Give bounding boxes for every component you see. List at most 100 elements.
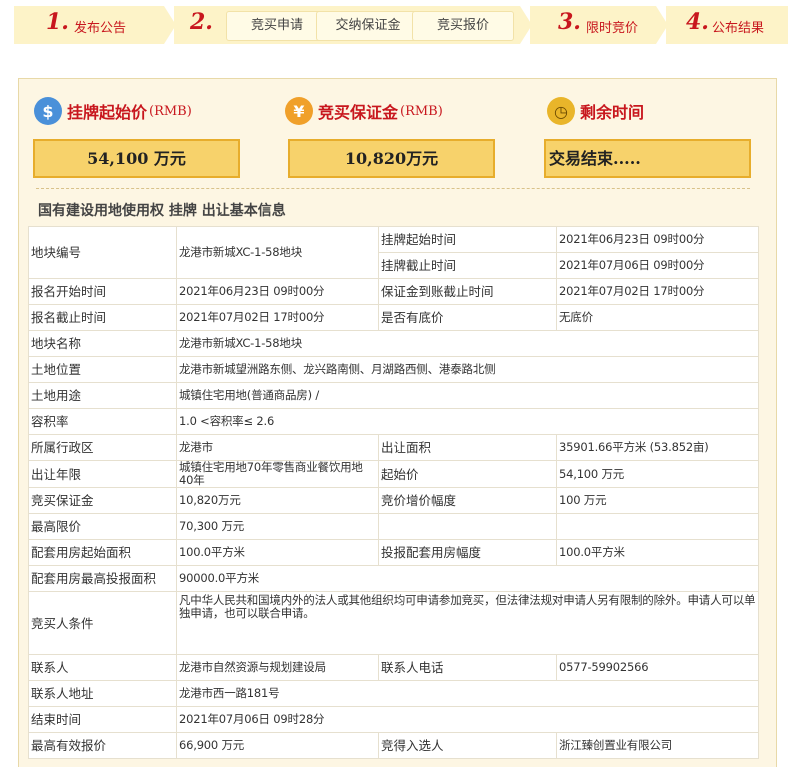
step-4[interactable]: 4. 公布结果 <box>666 6 788 44</box>
table-row: 容积率 1.0 <容积率≤ 2.6 <box>28 408 759 435</box>
start-price-title: 挂牌起始价 <box>67 103 148 122</box>
table-row: 竞买人条件 凡中华人民共和国境内外的法人或其他组织均可申请参加竞买，但法律法规对… <box>28 591 759 655</box>
table-value: 龙港市自然资源与规划建设局 <box>176 654 379 681</box>
table-key: 配套用房起始面积 <box>28 539 177 566</box>
table-key: 报名开始时间 <box>28 278 177 305</box>
table-row: 土地位置 龙港市新城望洲路东侧、龙兴路南侧、月湖路西侧、港泰路北侧 <box>28 356 759 383</box>
step-3-label: 限时竞价 <box>586 21 639 36</box>
table-row: 报名截止时间 2021年07月02日 17时00分 是否有底价 无底价 <box>28 304 759 331</box>
step-2: 2. 竞买申请 交纳保证金 竞买报价 <box>174 6 529 44</box>
table-value: 35901.66平方米 (53.852亩) <box>556 434 759 461</box>
sub-step-bid[interactable]: 竞买报价 <box>412 11 514 41</box>
table-key: 报名截止时间 <box>28 304 177 331</box>
table-value: 凡中华人民共和国境内外的法人或其他组织均可申请参加竞买，但法律法规对申请人另有限… <box>176 591 759 655</box>
table-key <box>378 513 557 540</box>
deposit-title: 竞买保证金 <box>318 103 399 122</box>
divider <box>36 188 750 189</box>
step-1-label: 发布公告 <box>74 21 127 36</box>
table-key: 竞买保证金 <box>28 487 177 514</box>
table-value: 龙港市西一路181号 <box>176 680 759 707</box>
start-price-box: 54,100 万元 <box>33 139 240 178</box>
table-row: 地块名称 龙港市新城XC-1-58地块 <box>28 330 759 357</box>
table-row: 竞买保证金 10,820万元 竞价增价幅度 100 万元 <box>28 487 759 514</box>
table-value: 1.0 <容积率≤ 2.6 <box>176 408 759 435</box>
table-value: 100 万元 <box>556 487 759 514</box>
sub-step-deposit[interactable]: 交纳保证金 <box>316 11 420 41</box>
table-key: 竞价增价幅度 <box>378 487 557 514</box>
table-key: 挂牌起始时间 <box>378 226 557 253</box>
table-key: 联系人 <box>28 654 177 681</box>
step-3[interactable]: 3. 限时竞价 <box>530 6 660 44</box>
table-value: 2021年06月23日 09时00分 <box>556 226 759 253</box>
process-steps: 1. 发布公告 2. 竞买申请 交纳保证金 竞买报价 3. 限时竞价 4. 公布… <box>14 6 788 44</box>
table-value: 70,300 万元 <box>176 513 379 540</box>
table-value: 2021年07月02日 17时00分 <box>176 304 379 331</box>
table-value: 100.0平方米 <box>556 539 759 566</box>
coins-bag-icon: ¥ <box>285 97 313 125</box>
table-key: 保证金到账截止时间 <box>378 278 557 305</box>
deposit-unit: (RMB) <box>400 103 443 119</box>
table-row: 报名开始时间 2021年06月23日 09时00分 保证金到账截止时间 2021… <box>28 278 759 305</box>
table-row: 联系人 龙港市自然资源与规划建设局 联系人电话 0577-59902566 <box>28 654 759 681</box>
table-key: 竞买人条件 <box>28 591 177 655</box>
step-2-number: 2. <box>190 9 213 35</box>
table-row: 配套用房起始面积 100.0平方米 投报配套用房幅度 100.0平方米 <box>28 539 759 566</box>
table-value: 城镇住宅用地70年零售商业餐饮用地40年 <box>176 460 379 488</box>
table-key: 土地位置 <box>28 356 177 383</box>
step-1[interactable]: 1. 发布公告 <box>14 6 164 44</box>
table-key: 最高限价 <box>28 513 177 540</box>
table-row: 最高有效报价 66,900 万元 竞得入选人 浙江臻创置业有限公司 <box>28 732 759 759</box>
table-key: 地块名称 <box>28 330 177 357</box>
step-4-number: 4. <box>686 9 709 35</box>
table-key: 出让面积 <box>378 434 557 461</box>
table-row: 土地用途 城镇住宅用地(普通商品房) / <box>28 382 759 409</box>
table-value: 无底价 <box>556 304 759 331</box>
table-key: 起始价 <box>378 460 557 488</box>
step-3-number: 3. <box>558 9 581 35</box>
sub-step-apply[interactable]: 竞买申请 <box>226 11 328 41</box>
table-key: 所属行政区 <box>28 434 177 461</box>
start-price-header: $ 挂牌起始价 (RMB) <box>34 96 192 126</box>
deposit-header: ¥ 竞买保证金 (RMB) <box>285 96 443 126</box>
table-key: 最高有效报价 <box>28 732 177 759</box>
table-value: 龙港市新城望洲路东侧、龙兴路南侧、月湖路西侧、港泰路北侧 <box>176 356 759 383</box>
table-key: 地块编号 <box>28 226 177 279</box>
step-4-label: 公布结果 <box>712 21 765 36</box>
table-key: 投报配套用房幅度 <box>378 539 557 566</box>
table-key: 是否有底价 <box>378 304 557 331</box>
table-key: 联系人地址 <box>28 680 177 707</box>
table-value: 90000.0平方米 <box>176 565 759 592</box>
remaining-box: 交易结束..... <box>544 139 751 178</box>
table-value: 0577-59902566 <box>556 654 759 681</box>
coin-clock-icon: $ <box>34 97 62 125</box>
table-value: 100.0平方米 <box>176 539 379 566</box>
table-row: 地块编号 龙港市新城XC-1-58地块 挂牌起始时间 2021年06月23日 0… <box>28 226 759 279</box>
remaining-header: ◷ 剩余时间 <box>547 96 644 126</box>
table-row: 所属行政区 龙港市 出让面积 35901.66平方米 (53.852亩) <box>28 434 759 461</box>
table-value <box>556 513 759 540</box>
table-value: 龙港市 <box>176 434 379 461</box>
table-value: 2021年06月23日 09时00分 <box>176 278 379 305</box>
section-title: 国有建设用地使用权 挂牌 出让基本信息 <box>38 203 286 219</box>
land-info-table: 地块编号 龙港市新城XC-1-58地块 挂牌起始时间 2021年06月23日 0… <box>28 226 759 759</box>
start-price-unit: (RMB) <box>149 103 192 119</box>
remaining-title: 剩余时间 <box>580 103 645 122</box>
table-key: 容积率 <box>28 408 177 435</box>
table-value: 10,820万元 <box>176 487 379 514</box>
table-value: 龙港市新城XC-1-58地块 <box>176 226 379 279</box>
table-row: 联系人地址 龙港市西一路181号 <box>28 680 759 707</box>
table-key: 联系人电话 <box>378 654 557 681</box>
deposit-box: 10,820万元 <box>288 139 495 178</box>
table-row: 结束时间 2021年07月06日 09时28分 <box>28 706 759 733</box>
table-row: 配套用房最高投报面积 90000.0平方米 <box>28 565 759 592</box>
table-row: 出让年限 城镇住宅用地70年零售商业餐饮用地40年 起始价 54,100 万元 <box>28 460 759 488</box>
table-value: 2021年07月06日 09时28分 <box>176 706 759 733</box>
table-value: 城镇住宅用地(普通商品房) / <box>176 382 759 409</box>
table-key: 挂牌截止时间 <box>378 252 557 279</box>
alarm-clock-icon: ◷ <box>547 97 575 125</box>
table-row: 最高限价 70,300 万元 <box>28 513 759 540</box>
table-value: 54,100 万元 <box>556 460 759 488</box>
table-key: 配套用房最高投报面积 <box>28 565 177 592</box>
table-value: 2021年07月02日 17时00分 <box>556 278 759 305</box>
table-value: 2021年07月06日 09时00分 <box>556 252 759 279</box>
